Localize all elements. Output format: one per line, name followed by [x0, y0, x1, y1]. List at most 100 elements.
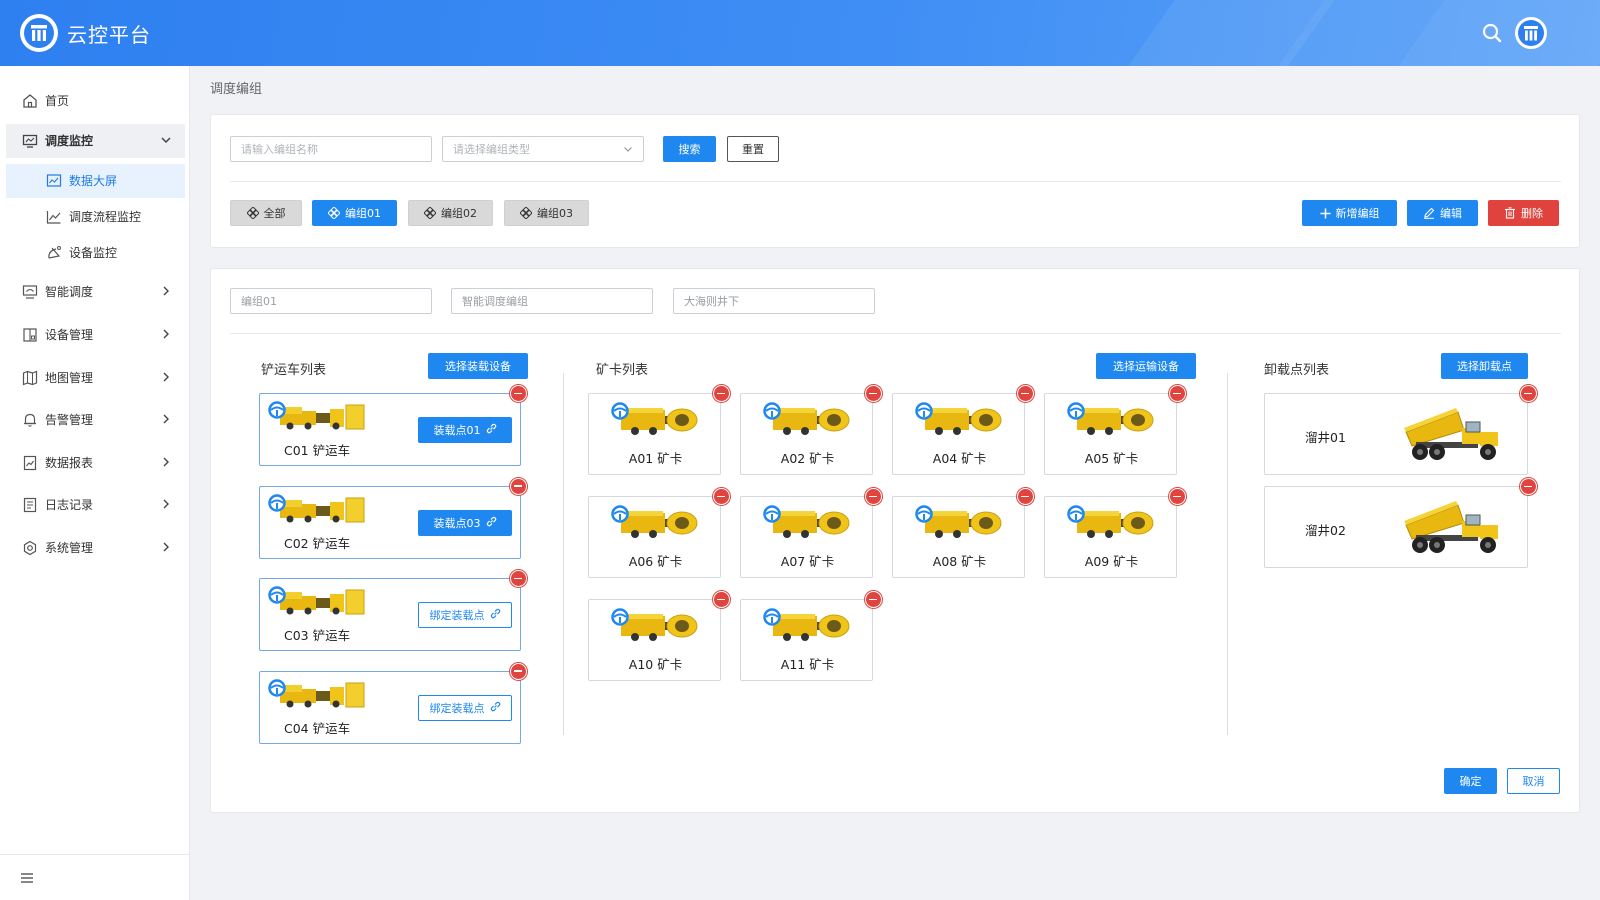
remove-icon[interactable]	[510, 570, 527, 587]
remove-icon[interactable]	[1017, 488, 1034, 505]
remove-icon[interactable]	[865, 591, 882, 608]
dump-point-name: 溜井01	[1305, 430, 1346, 445]
truck-image	[1067, 505, 1157, 542]
truck-card[interactable]: A07 矿卡	[740, 488, 882, 578]
cancel-button[interactable]: 取消	[1507, 768, 1560, 794]
loader-card[interactable]: C04 铲运车 绑定装载点	[259, 662, 527, 744]
group-type-field[interactable]: 智能调度编组	[451, 288, 653, 314]
chevron-right-icon	[163, 542, 169, 552]
sidebar-item-flow-monitor[interactable]: 调度流程监控	[6, 200, 185, 234]
sidebar-item-label: 系统管理	[45, 541, 94, 555]
sidebar-item-home[interactable]: 首页	[6, 84, 185, 118]
remove-icon[interactable]	[1520, 385, 1537, 402]
truck-card[interactable]: A02 矿卡	[740, 385, 882, 475]
search-icon[interactable]	[1481, 22, 1503, 44]
select-dump-button[interactable]: 选择卸载点	[1441, 353, 1528, 379]
sidebar-item-data-screen[interactable]: 数据大屏	[6, 164, 185, 198]
group-name-field[interactable]: 编组01	[230, 288, 432, 314]
link-icon	[486, 516, 497, 530]
truck-card[interactable]: A08 矿卡	[892, 488, 1034, 578]
truck-card[interactable]: A04 矿卡	[892, 385, 1034, 475]
bind-loading-point-button[interactable]: 装载点03	[418, 509, 512, 536]
delete-button[interactable]: 删除	[1488, 200, 1559, 226]
sidebar-item-dispatch-monitor[interactable]: 调度监控	[6, 124, 185, 158]
group-icon	[424, 207, 436, 219]
link-icon	[486, 423, 497, 437]
truck-image	[1067, 402, 1157, 439]
remove-icon[interactable]	[1169, 385, 1186, 402]
trend-icon	[46, 211, 61, 224]
sidebar-footer	[0, 854, 190, 900]
add-group-button[interactable]: 新增编组	[1302, 200, 1397, 226]
truck-name: A01 矿卡	[628, 451, 683, 466]
truck-image	[611, 608, 701, 645]
remove-icon[interactable]	[510, 385, 527, 402]
user-avatar[interactable]	[1515, 17, 1547, 49]
sidebar-item-label: 智能调度	[45, 285, 94, 299]
tab-group03[interactable]: 编组03	[504, 200, 589, 226]
location-field[interactable]: 大海则井下	[673, 288, 875, 314]
select-truck-button[interactable]: 选择运输设备	[1096, 353, 1196, 379]
remove-icon[interactable]	[1017, 385, 1034, 402]
loader-card[interactable]: C02 铲运车 装载点03	[259, 477, 527, 559]
sidebar-item-map-manage[interactable]: 地图管理	[6, 361, 185, 395]
loader-list-title: 铲运车列表	[261, 363, 327, 378]
sidebar-item-device-monitor[interactable]: 设备监控	[6, 236, 185, 270]
remove-icon[interactable]	[1520, 478, 1537, 495]
group-type-select[interactable]: 请选择编组类型	[442, 136, 644, 162]
sidebar-item-data-report[interactable]: 数据报表	[6, 446, 185, 480]
tab-label: 编组01	[345, 207, 381, 220]
remove-icon[interactable]	[510, 662, 527, 680]
truck-card[interactable]: A09 矿卡	[1044, 488, 1186, 578]
loading-point-label: 绑定装载点	[429, 701, 485, 715]
chevron-down-icon	[161, 137, 171, 144]
chevron-right-icon	[163, 414, 169, 424]
search-button[interactable]: 搜索	[663, 136, 716, 162]
loading-point-label: 绑定装载点	[429, 609, 485, 622]
smart-screen-icon	[22, 285, 38, 299]
confirm-button[interactable]: 确定	[1444, 768, 1497, 794]
remove-icon[interactable]	[713, 591, 730, 608]
loader-card[interactable]: C03 铲运车 绑定装载点	[259, 570, 527, 651]
divider	[230, 181, 1561, 182]
remove-icon[interactable]	[865, 385, 882, 402]
remove-icon[interactable]	[510, 477, 527, 495]
sidebar-item-alarm-manage[interactable]: 告警管理	[6, 403, 185, 437]
remove-icon[interactable]	[1169, 488, 1186, 505]
select-loader-button[interactable]: 选择装载设备	[428, 353, 528, 379]
loader-card[interactable]: C01 铲运车 装载点01	[259, 385, 527, 466]
tab-all[interactable]: 全部	[230, 200, 302, 226]
remove-icon[interactable]	[713, 488, 730, 505]
sidebar-item-smart-dispatch[interactable]: 智能调度	[6, 275, 185, 309]
reset-button[interactable]: 重置	[727, 136, 779, 162]
bind-loading-point-button[interactable]: 绑定装载点	[418, 694, 512, 721]
group-name-input[interactable]: 请输入编组名称	[230, 136, 432, 162]
truck-image	[915, 505, 1005, 542]
truck-name: A09 矿卡	[1084, 554, 1139, 569]
chevron-right-icon	[163, 499, 169, 509]
truck-card[interactable]: A05 矿卡	[1044, 385, 1186, 475]
remove-icon[interactable]	[713, 385, 730, 402]
bind-loading-point-button[interactable]: 绑定装载点	[418, 602, 512, 628]
bind-loading-point-button[interactable]: 装载点01	[418, 417, 512, 443]
sidebar-item-device-manage[interactable]: 设备管理	[6, 318, 185, 352]
truck-card[interactable]: A11 矿卡	[740, 591, 882, 681]
dump-point-card[interactable]: 溜井01	[1264, 385, 1537, 475]
loading-point-label: 装载点01	[433, 424, 481, 437]
loader-image	[268, 678, 368, 712]
dump-point-card[interactable]: 溜井02	[1264, 478, 1537, 568]
menu-icon[interactable]	[20, 871, 34, 885]
truck-card[interactable]: A01 矿卡	[588, 385, 730, 475]
truck-card[interactable]: A06 矿卡	[588, 488, 730, 578]
tab-group02[interactable]: 编组02	[408, 200, 493, 226]
trash-icon	[1505, 207, 1515, 219]
report-icon	[23, 455, 37, 471]
sidebar-item-system-manage[interactable]: 系统管理	[6, 531, 185, 565]
remove-icon[interactable]	[865, 488, 882, 505]
tab-group01[interactable]: 编组01	[312, 200, 397, 226]
sidebar-item-label: 数据报表	[45, 456, 94, 470]
edit-button[interactable]: 编辑	[1407, 200, 1478, 226]
sidebar-item-log-record[interactable]: 日志记录	[6, 488, 185, 522]
chevron-right-icon	[163, 286, 169, 296]
truck-card[interactable]: A10 矿卡	[588, 591, 730, 681]
